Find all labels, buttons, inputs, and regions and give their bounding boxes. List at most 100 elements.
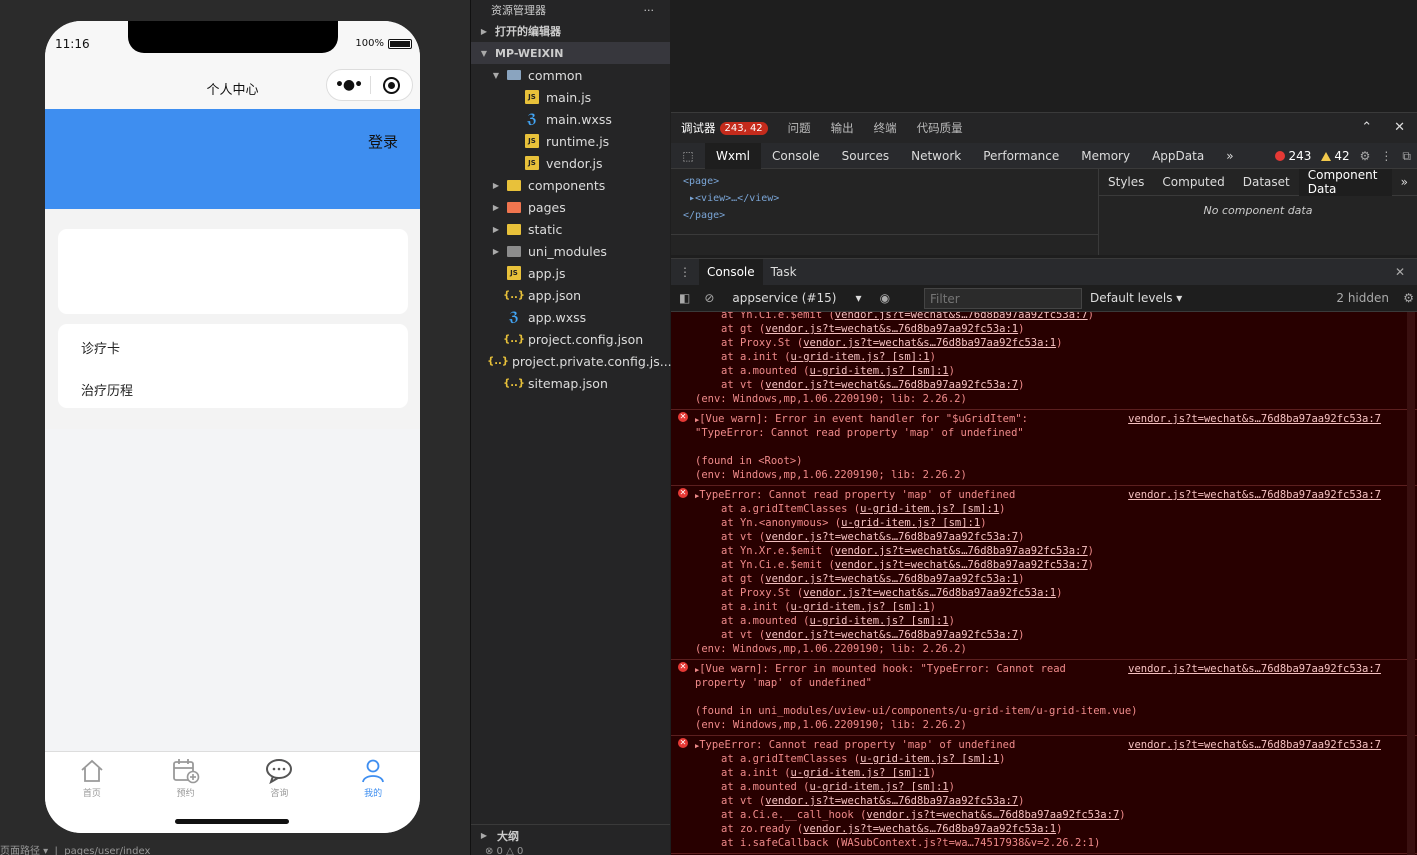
chevron-up-icon[interactable]: ⌃ (1361, 120, 1372, 135)
source-link[interactable]: vendor.js?t=wechat&s…76d8ba97aa92fc53a:7 (1128, 662, 1381, 676)
tab-sources[interactable]: Sources (831, 143, 900, 169)
stack-link[interactable]: u-grid-item.js? [sm]:1 (791, 601, 930, 613)
tab-output[interactable]: 输出 (821, 120, 864, 136)
tab-component-data[interactable]: Component Data (1298, 168, 1392, 196)
stack-link[interactable]: u-grid-item.js? [sm]:1 (810, 781, 949, 793)
file-tree-item[interactable]: JS vendor.js (471, 152, 670, 174)
tab-debugger[interactable]: 调试器 243, 42 (671, 120, 778, 136)
inspect-icon[interactable]: ⬚ (671, 143, 705, 169)
wxml-node[interactable]: <page> (683, 173, 1086, 190)
dock-icon[interactable]: ⧉ (1402, 149, 1411, 164)
more-actions-icon[interactable]: ··· (644, 4, 655, 17)
drawer-menu-icon[interactable]: ⋮ (671, 259, 699, 286)
clear-console-icon[interactable]: ⊘ (704, 291, 714, 305)
stack-link[interactable]: vendor.js?t=wechat&s…76d8ba97aa92fc53a:7 (835, 312, 1088, 321)
project-section[interactable]: ▼ MP-WEIXIN (471, 42, 670, 64)
file-tree-item[interactable]: ▶ uni_modules (471, 240, 670, 262)
stack-link[interactable]: u-grid-item.js? [sm]:1 (841, 517, 980, 529)
tab-terminal[interactable]: 终端 (864, 120, 907, 136)
stack-link[interactable]: u-grid-item.js? [sm]:1 (810, 615, 949, 627)
error-counter[interactable]: 243 (1275, 149, 1311, 163)
stack-link[interactable]: u-grid-item.js? [sm]:1 (791, 351, 930, 363)
more-side-tabs-icon[interactable]: » (1392, 169, 1417, 196)
stack-link[interactable]: vendor.js?t=wechat&s…76d8ba97aa92fc53a:7 (835, 545, 1088, 557)
stack-link[interactable]: u-grid-item.js? [sm]:1 (810, 365, 949, 377)
close-miniprogram-icon[interactable] (371, 76, 412, 94)
file-tree-item[interactable]: ▶ static (471, 218, 670, 240)
stack-link[interactable]: u-grid-item.js? [sm]:1 (860, 503, 999, 515)
tab-task[interactable]: Task (763, 259, 805, 286)
more-tabs-icon[interactable]: » (1215, 143, 1244, 169)
login-button[interactable]: 登录 (368, 131, 398, 152)
open-editors-section[interactable]: ▶ 打开的编辑器 (471, 20, 670, 42)
tab-mine[interactable]: 我的 (326, 752, 420, 833)
stack-link[interactable]: vendor.js?t=wechat&s…76d8ba97aa92fc53a:1 (765, 573, 1018, 585)
sidebar-toggle-icon[interactable]: ◧ (679, 291, 690, 305)
tab-styles[interactable]: Styles (1099, 169, 1153, 196)
source-link[interactable]: vendor.js?t=wechat&s…76d8ba97aa92fc53a:7 (1128, 488, 1381, 502)
tab-appdata[interactable]: AppData (1141, 143, 1215, 169)
stack-link[interactable]: vendor.js?t=wechat&s…76d8ba97aa92fc53a:7 (765, 379, 1018, 391)
file-tree-item[interactable]: {..} sitemap.json (471, 372, 670, 394)
source-link[interactable]: vendor.js?t=wechat&s…76d8ba97aa92fc53a:7 (1128, 412, 1381, 426)
settings-icon[interactable]: ⚙ (1360, 149, 1371, 163)
tab-memory[interactable]: Memory (1070, 143, 1141, 169)
stack-link[interactable]: vendor.js?t=wechat&s…76d8ba97aa92fc53a:7 (835, 559, 1088, 571)
close-drawer-icon[interactable]: ✕ (1387, 259, 1413, 286)
stack-link[interactable]: vendor.js?t=wechat&s…76d8ba97aa92fc53a:7 (765, 795, 1018, 807)
context-select[interactable]: appservice (#15) ▾ (732, 291, 861, 305)
problems-status[interactable]: ⊗ 0 △ 0 (485, 846, 523, 855)
stack-link[interactable]: vendor.js?t=wechat&s…76d8ba97aa92fc53a:7 (765, 531, 1018, 543)
kebab-menu-icon[interactable]: ⋮ (1380, 149, 1392, 163)
tab-console-drawer[interactable]: Console (699, 258, 763, 286)
file-tree-item[interactable]: ℨapp.wxss (471, 306, 670, 328)
stack-link[interactable]: vendor.js?t=wechat&s…76d8ba97aa92fc53a:1 (803, 823, 1056, 835)
file-tree-item[interactable]: JS runtime.js (471, 130, 670, 152)
console-settings-icon[interactable]: ⚙ (1403, 291, 1414, 305)
wxml-node[interactable]: ▸<view>…</view> (683, 190, 1086, 207)
levels-select[interactable]: Default levels ▾ (1090, 291, 1182, 305)
stack-link[interactable]: u-grid-item.js? [sm]:1 (860, 753, 999, 765)
eye-icon[interactable]: ◉ (880, 291, 890, 305)
menu-item-history[interactable]: 治疗历程 (81, 380, 133, 399)
tab-console[interactable]: Console (761, 143, 831, 169)
tab-performance[interactable]: Performance (972, 143, 1070, 169)
source-link[interactable]: vendor.js?t=wechat&s…76d8ba97aa92fc53a:7 (1128, 738, 1381, 752)
stack-link[interactable]: vendor.js?t=wechat&s…76d8ba97aa92fc53a:7 (765, 629, 1018, 641)
file-tree-item[interactable]: ▼ common (471, 64, 670, 86)
stack-link[interactable]: vendor.js?t=wechat&s…76d8ba97aa92fc53a:1 (803, 587, 1056, 599)
stack-link[interactable]: vendor.js?t=wechat&s…76d8ba97aa92fc53a:1 (803, 337, 1056, 349)
content-area: 诊疗卡 治疗历程 (45, 209, 420, 429)
stack-line: at a.Ci.e.__call_hook (vendor.js?t=wecha… (695, 808, 1417, 822)
console-message-text: TypeError: Cannot read property 'map' of… (699, 489, 1016, 501)
stack-text: ) (1018, 379, 1025, 391)
tab-home[interactable]: 首页 (45, 752, 139, 833)
close-icon[interactable]: ✕ (1394, 120, 1405, 135)
file-tree-item[interactable]: {..} app.json (471, 284, 670, 306)
outline-section[interactable]: ▶ 大纲 (471, 824, 670, 846)
stack-link[interactable]: vendor.js?t=wechat&s…76d8ba97aa92fc53a:7 (866, 809, 1119, 821)
tab-network[interactable]: Network (900, 143, 972, 169)
filter-input[interactable] (924, 288, 1082, 309)
file-tree-item[interactable]: ▶ components (471, 174, 670, 196)
tab-dataset[interactable]: Dataset (1234, 169, 1299, 196)
file-tree-item[interactable]: ▶ pages (471, 196, 670, 218)
page-path[interactable]: pages/user/index (64, 846, 150, 855)
file-tree-item[interactable]: JS app.js (471, 262, 670, 284)
tab-wxml[interactable]: Wxml (705, 142, 761, 169)
wxml-node[interactable]: </page> (683, 207, 1086, 224)
tab-computed[interactable]: Computed (1153, 169, 1233, 196)
stack-link[interactable]: vendor.js?t=wechat&s…76d8ba97aa92fc53a:1 (765, 323, 1018, 335)
file-tree-item[interactable]: JS main.js (471, 86, 670, 108)
tab-problems[interactable]: 问题 (778, 120, 821, 136)
file-tree-item[interactable]: ℨmain.wxss (471, 108, 670, 130)
more-icon[interactable]: •●• (327, 77, 370, 93)
console-scrollbar[interactable] (1407, 312, 1415, 855)
stack-link[interactable]: u-grid-item.js? [sm]:1 (791, 767, 930, 779)
stack-line: property 'map' of undefined" (695, 676, 1417, 690)
menu-item-card[interactable]: 诊疗卡 (81, 338, 120, 357)
tab-code-quality[interactable]: 代码质量 (907, 120, 973, 136)
file-tree-item[interactable]: {..} project.config.json (471, 328, 670, 350)
file-tree-item[interactable]: {..} project.private.config.js... (471, 350, 672, 372)
warning-counter[interactable]: 42 (1321, 149, 1350, 163)
